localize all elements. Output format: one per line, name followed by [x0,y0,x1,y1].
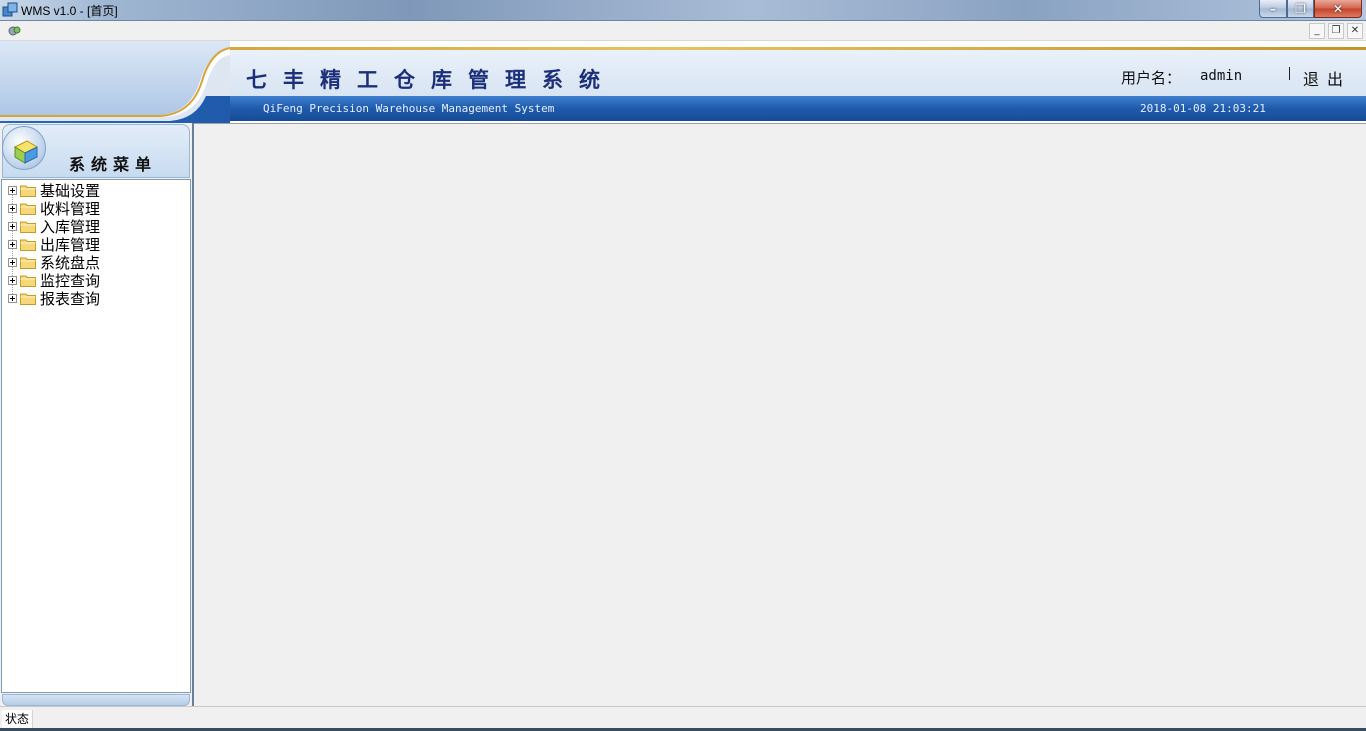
menu-badge [2,126,46,170]
window-title: WMS v1.0 - [首页] [21,4,118,18]
tree-node-inventory-count[interactable]: 系统盘点 [8,253,100,272]
folder-icon [20,185,36,197]
gold-accent-line [200,47,1366,50]
tree-node-reports[interactable]: 报表查询 [8,289,101,308]
tree-node-receiving[interactable]: 收料管理 [8,199,100,218]
plus-expander-icon[interactable] [8,203,17,213]
logout-link[interactable]: 退出 [1303,66,1351,90]
folder-icon [20,257,36,269]
app-icon [2,2,18,17]
banner-swoosh-decoration [0,41,230,123]
plus-expander-icon[interactable] [8,275,17,285]
cube-icon [13,140,39,164]
header-banner: 七丰精工仓库管理系统 QiFeng Precision Warehouse Ma… [0,41,1366,123]
restore-button[interactable]: ❐ [1287,0,1314,18]
tree-node-basic-settings[interactable]: 基础设置 [8,181,100,200]
user-label: 用户名： [1121,69,1182,87]
folder-icon [20,293,36,305]
app-subtitle: QiFeng Precision Warehouse Management Sy… [263,102,555,115]
plus-expander-icon[interactable] [8,239,17,249]
plus-expander-icon[interactable] [8,293,17,303]
menu-title: 系统菜单 [69,155,158,174]
current-datetime: 2018-01-08 21:03:21 [1140,102,1266,115]
folder-icon [20,275,36,287]
menu-header: 系统菜单 [2,124,190,178]
window-title-bar[interactable]: WMS v1.0 - [首页] – ❐ ✕ [0,0,1366,21]
mdi-child-icon[interactable] [8,24,22,38]
close-icon: ✕ [1332,1,1344,16]
folder-icon [20,221,36,233]
folder-icon [20,203,36,215]
header-separator [1289,67,1290,80]
mdi-menu-strip: _ ❐ ✕ [0,21,1366,41]
tree-node-monitoring[interactable]: 监控查询 [8,271,100,290]
tree-node-inbound[interactable]: 入库管理 [8,217,100,236]
folder-icon [20,239,36,251]
minimize-button[interactable]: – [1259,0,1287,18]
menu-tree[interactable]: 基础设置 收料管理 入库管理 出库管理 系统盘点 监控查询 报表查询 [1,179,191,693]
minimize-icon: – [1270,1,1276,16]
user-name: admin [1200,68,1243,84]
mdi-minimize-button[interactable]: _ [1309,23,1325,39]
system-menu-panel: 系统菜单 基础设置 收料管理 入库管理 出库管理 系统盘点 监控查询 报表查询 [0,123,193,706]
app-title: 七丰精工仓库管理系统 [246,67,616,92]
restore-icon: ❐ [1295,1,1306,16]
plus-expander-icon[interactable] [8,185,17,195]
menu-footer [2,694,190,706]
status-label: 状态 [2,710,34,728]
mdi-restore-button[interactable]: ❐ [1328,23,1344,39]
tree-node-label: 报表查询 [40,289,101,308]
close-button[interactable]: ✕ [1314,0,1362,18]
tree-node-outbound[interactable]: 出库管理 [8,235,100,254]
mdi-close-button[interactable]: ✕ [1347,23,1363,39]
plus-expander-icon[interactable] [8,221,17,231]
plus-expander-icon[interactable] [8,257,17,267]
main-content-area [194,123,1366,706]
